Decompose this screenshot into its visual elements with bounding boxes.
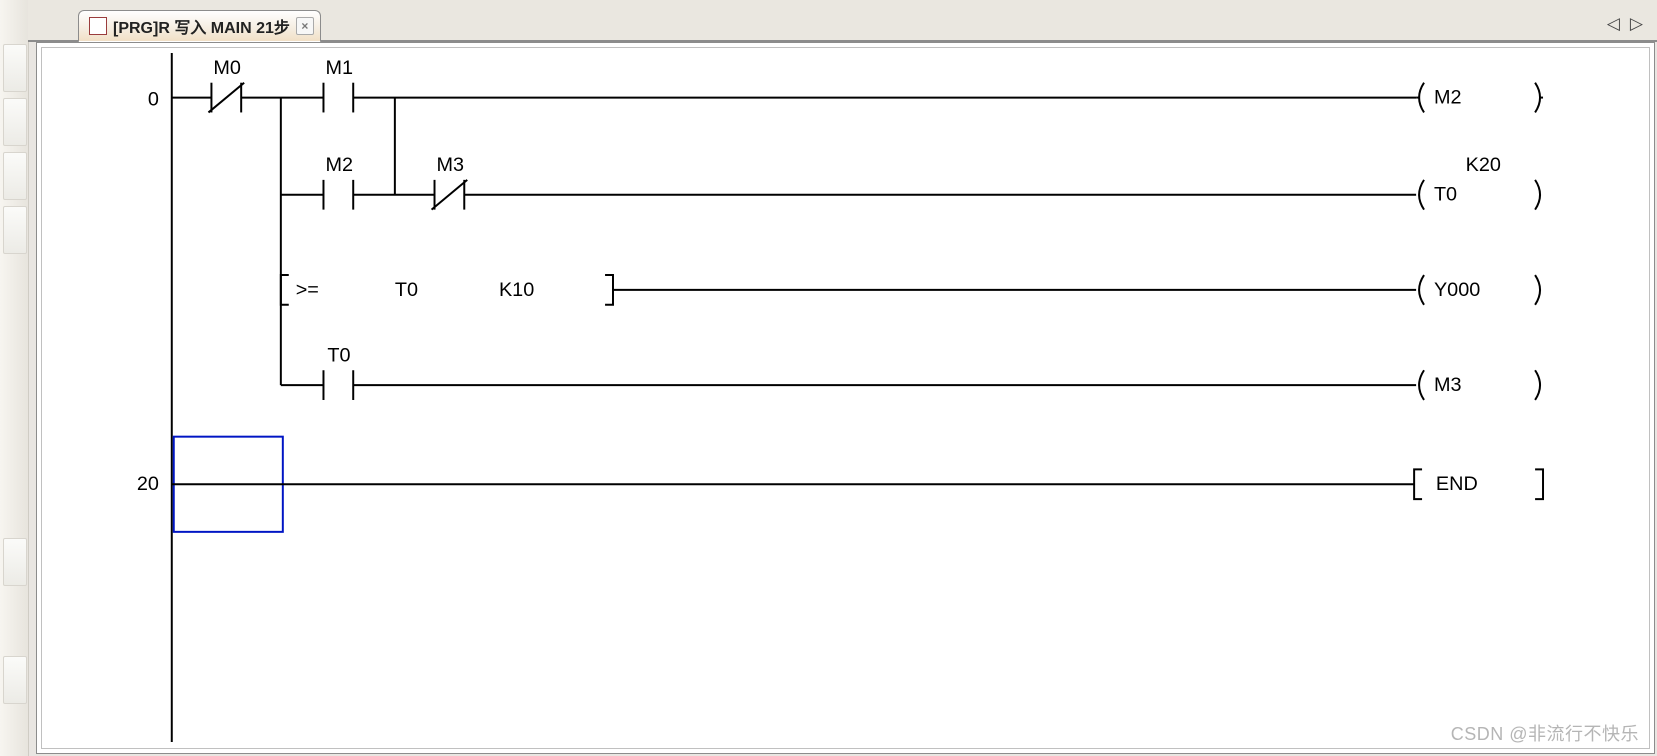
contact-label: M3 <box>437 154 465 176</box>
compare-op: >= <box>296 279 319 301</box>
coil-label: M3 <box>1434 374 1462 396</box>
coil-m2[interactable]: M2 <box>1419 83 1540 113</box>
contact-label: M0 <box>213 57 241 79</box>
left-toolbar-slot[interactable] <box>3 44 27 92</box>
coil-label: T0 <box>1434 184 1457 206</box>
step-number: 0 <box>148 89 159 111</box>
ladder-editor[interactable]: 0 M0 <box>36 42 1655 754</box>
contact-no-t0[interactable]: T0 <box>323 344 353 400</box>
coil-y000[interactable]: Y000 <box>1419 275 1540 305</box>
program-icon <box>89 17 107 35</box>
contact-nc-m0[interactable]: M0 <box>208 57 244 113</box>
contact-label: T0 <box>327 344 350 366</box>
tab-nav-prev-icon[interactable]: ◁ <box>1607 14 1620 34</box>
coil-label: M2 <box>1434 87 1462 109</box>
rung-row: M0 M1 M2 <box>172 57 1543 113</box>
coil-t0[interactable]: T0 <box>1419 180 1540 210</box>
instruction-end[interactable]: END <box>1414 469 1543 499</box>
tab-nav-next-icon[interactable]: ▷ <box>1630 14 1643 34</box>
left-toolbar-slot[interactable] <box>3 152 27 200</box>
timer-preset: K20 <box>1466 154 1501 176</box>
compare-b: K10 <box>499 279 534 301</box>
contact-no-m1[interactable]: M1 <box>323 57 353 113</box>
left-toolbar <box>0 0 29 756</box>
tab-main-program[interactable]: [PRG]R 写入 MAIN 21步 × <box>78 10 321 43</box>
compare-ge-t0-k10[interactable]: >= T0 K10 <box>281 275 613 305</box>
contact-no-m2[interactable]: M2 <box>323 154 353 210</box>
ladder-canvas[interactable]: 0 M0 <box>42 48 1649 748</box>
tab-nav: ◁ ▷ <box>1607 14 1643 34</box>
tab-strip: [PRG]R 写入 MAIN 21步 × ◁ ▷ <box>28 0 1657 42</box>
left-toolbar-slot[interactable] <box>3 206 27 254</box>
tab-title: [PRG]R 写入 MAIN 21步 <box>113 14 290 38</box>
contact-label: M1 <box>325 57 353 79</box>
left-toolbar-slot[interactable] <box>3 538 27 586</box>
instruction-label: END <box>1436 473 1478 495</box>
left-toolbar-slot[interactable] <box>3 98 27 146</box>
ladder-canvas-frame: 0 M0 <box>41 47 1650 749</box>
tab-close-button[interactable]: × <box>296 17 314 35</box>
compare-a: T0 <box>395 279 418 301</box>
watermark: CSDN @非流行不快乐 <box>1451 720 1639 746</box>
rung-row: M2 M3 K20 T0 <box>281 154 1540 210</box>
coil-m3[interactable]: M3 <box>1419 370 1540 400</box>
rung-row: T0 M3 <box>281 344 1540 400</box>
contact-label: M2 <box>325 154 353 176</box>
coil-label: Y000 <box>1434 279 1480 301</box>
rung-row: >= T0 K10 Y000 <box>281 275 1540 305</box>
left-toolbar-slot[interactable] <box>3 656 27 704</box>
app-window: × [PRG]R 写入 MAIN 21步 × ◁ ▷ 0 <box>0 0 1657 756</box>
contact-nc-m3[interactable]: M3 <box>432 154 468 210</box>
step-number: 20 <box>137 473 159 495</box>
